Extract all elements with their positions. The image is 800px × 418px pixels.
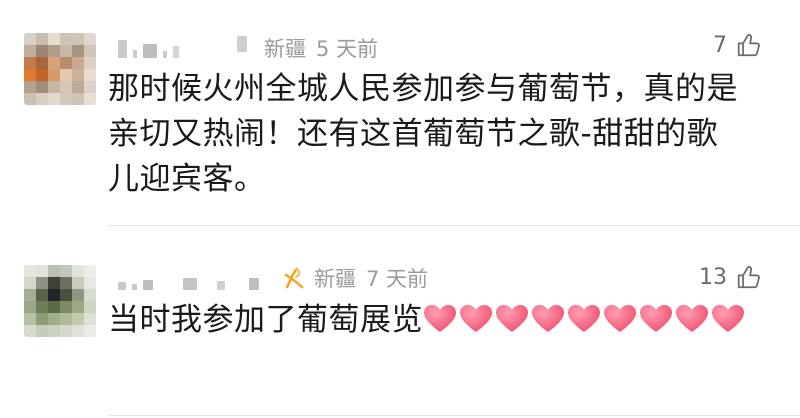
comment-item: 新疆 7 天前 13 当时我参加了葡萄展览 [0,226,800,418]
heart-emoji-icon [676,305,708,332]
like-count: 7 [713,32,727,58]
comment-meta: 新疆 7 天前 [282,263,428,293]
comment-body: 当时我参加了葡萄展览 [108,298,748,343]
heart-emoji-icon [496,305,528,332]
like-button[interactable]: 7 [713,32,762,58]
avatar-mosaic [24,33,96,105]
heart-emoji-row [423,302,747,338]
comment-item: 新疆 5 天前 7 那时候火州全城人民参加参与葡萄节，真的是亲切又热闹！还有这首… [0,0,800,226]
heart-emoji-icon [568,305,600,332]
heart-emoji-icon [604,305,636,332]
comment-text: 那时候火州全城人民参加参与葡萄节，真的是亲切又热闹！还有这首葡萄节之歌-甜甜的歌… [108,71,738,197]
member-badge-icon [284,267,304,289]
heart-emoji-icon [640,305,672,332]
heart-emoji-icon [532,305,564,332]
timestamp: 7 天前 [366,267,429,291]
heart-emoji-icon [460,305,492,332]
divider [108,415,800,416]
username-blurred[interactable] [118,36,247,58]
like-count: 13 [699,264,727,290]
avatar[interactable] [24,265,96,337]
thumb-up-icon [737,33,760,57]
avatar-mosaic [24,265,96,337]
comment-meta: 新疆 5 天前 [264,33,378,63]
timestamp: 5 天前 [316,37,379,61]
comment-text: 当时我参加了葡萄展览 [108,302,423,338]
location-label: 新疆 [264,37,306,61]
avatar[interactable] [24,33,96,105]
thumb-up-icon [737,265,760,289]
location-label: 新疆 [314,267,356,291]
heart-emoji-icon [424,305,456,332]
like-button[interactable]: 13 [699,264,762,290]
username-blurred[interactable] [118,270,259,290]
heart-emoji-icon [712,305,744,332]
